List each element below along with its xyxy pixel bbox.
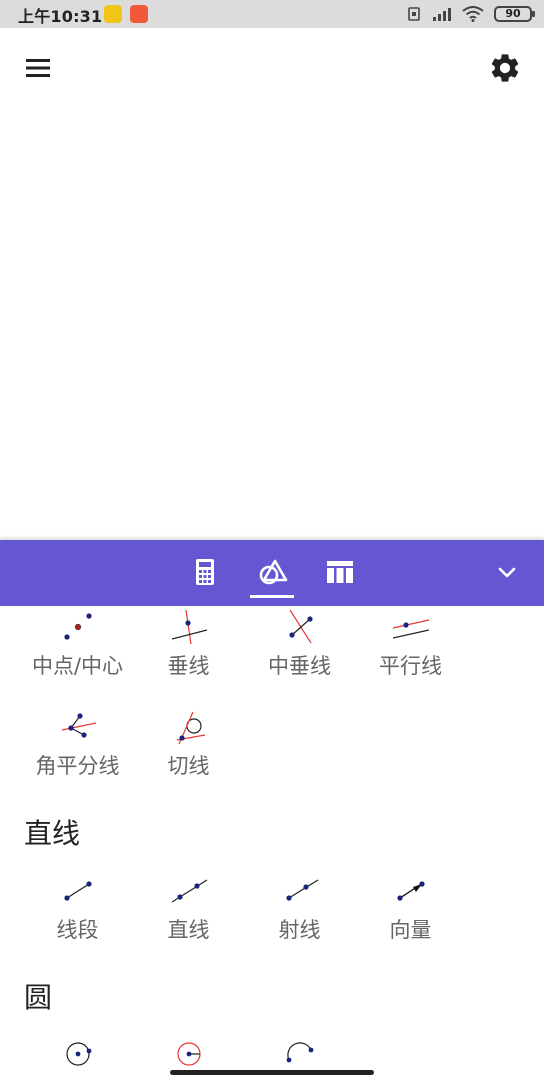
tool-label: 线段 <box>56 918 99 942</box>
tool-semicircle[interactable] <box>244 1038 355 1072</box>
midpoint-icon <box>63 613 92 640</box>
status-icons: 90 <box>406 4 535 24</box>
tool-tangents[interactable]: 切线 <box>133 710 244 780</box>
top-app-bar <box>0 28 544 108</box>
tool-perpendicular-bisector[interactable]: 中垂线 <box>244 610 355 680</box>
vector-icon <box>396 881 425 901</box>
tool-midpoint-center[interactable]: 中点/中心 <box>22 610 133 680</box>
parallel-line-icon <box>392 619 429 639</box>
tool-label: 中垂线 <box>268 654 331 678</box>
tool-label: 直线 <box>167 918 210 942</box>
tool-circle-center-radius[interactable] <box>133 1038 244 1072</box>
perpendicular-line-icon <box>171 610 207 644</box>
tool-line[interactable]: 直线 <box>133 874 244 944</box>
table-tab[interactable] <box>317 550 361 596</box>
tool-angle-bisector[interactable]: 角平分线 <box>22 710 133 780</box>
section-title-lines: 直线 <box>24 817 81 850</box>
status-bar: 上午10:31 90 <box>0 0 544 28</box>
tool-label: 中点/中心 <box>31 654 124 678</box>
calculator-tab[interactable] <box>183 550 227 596</box>
tool-label: 角平分线 <box>35 754 120 778</box>
tools-toolbar <box>0 540 544 606</box>
menu-button[interactable] <box>22 52 54 84</box>
ray-icon <box>285 879 318 901</box>
angle-bisector-icon <box>61 713 96 738</box>
tangents-icon <box>176 711 205 744</box>
hamburger-menu-icon <box>26 59 50 77</box>
calculator-icon <box>196 559 214 585</box>
tool-circle-center-point[interactable] <box>22 1038 133 1072</box>
chevron-down-icon <box>498 567 516 578</box>
tool-label: 向量 <box>389 918 432 942</box>
geometry-tools-icon <box>259 559 288 585</box>
tool-parallel-line[interactable]: 平行线 <box>355 610 466 680</box>
tools-panel: 中点/中心 垂线 中垂线 平行线 角平分线 切线 直线 线段 直线 射线 向量 … <box>0 606 544 1080</box>
segment-icon <box>63 881 92 901</box>
home-indicator[interactable] <box>170 1070 374 1075</box>
circle-center-point-icon <box>65 1042 91 1066</box>
app-notification-icon <box>104 5 122 23</box>
tool-label: 切线 <box>167 754 210 778</box>
signal-icon <box>433 8 451 21</box>
tool-ray[interactable]: 射线 <box>244 874 355 944</box>
battery-indicator: 90 <box>494 6 535 22</box>
table-icon <box>327 561 353 583</box>
gear-icon <box>491 54 519 82</box>
tool-segment[interactable]: 线段 <box>22 874 133 944</box>
tool-vector[interactable]: 向量 <box>355 874 466 944</box>
collapse-toolbar-button[interactable] <box>494 560 520 586</box>
tool-perpendicular-line[interactable]: 垂线 <box>133 610 244 680</box>
perpendicular-bisector-icon <box>288 610 313 644</box>
graphics-canvas[interactable] <box>0 108 544 540</box>
tool-label: 平行线 <box>379 654 442 678</box>
wifi-icon <box>462 6 484 22</box>
tool-label: 垂线 <box>167 654 210 678</box>
sim-icon <box>408 7 420 21</box>
semicircle-icon <box>286 1042 313 1063</box>
tool-label: 射线 <box>278 918 321 942</box>
section-title-circles: 圆 <box>24 981 53 1014</box>
settings-button[interactable] <box>488 50 522 86</box>
line-icon <box>171 879 207 903</box>
status-time: 上午10:31 <box>18 7 103 26</box>
video-app-notification-icon <box>130 5 148 23</box>
circle-center-radius-icon <box>176 1042 201 1066</box>
tools-tab[interactable] <box>250 550 294 598</box>
